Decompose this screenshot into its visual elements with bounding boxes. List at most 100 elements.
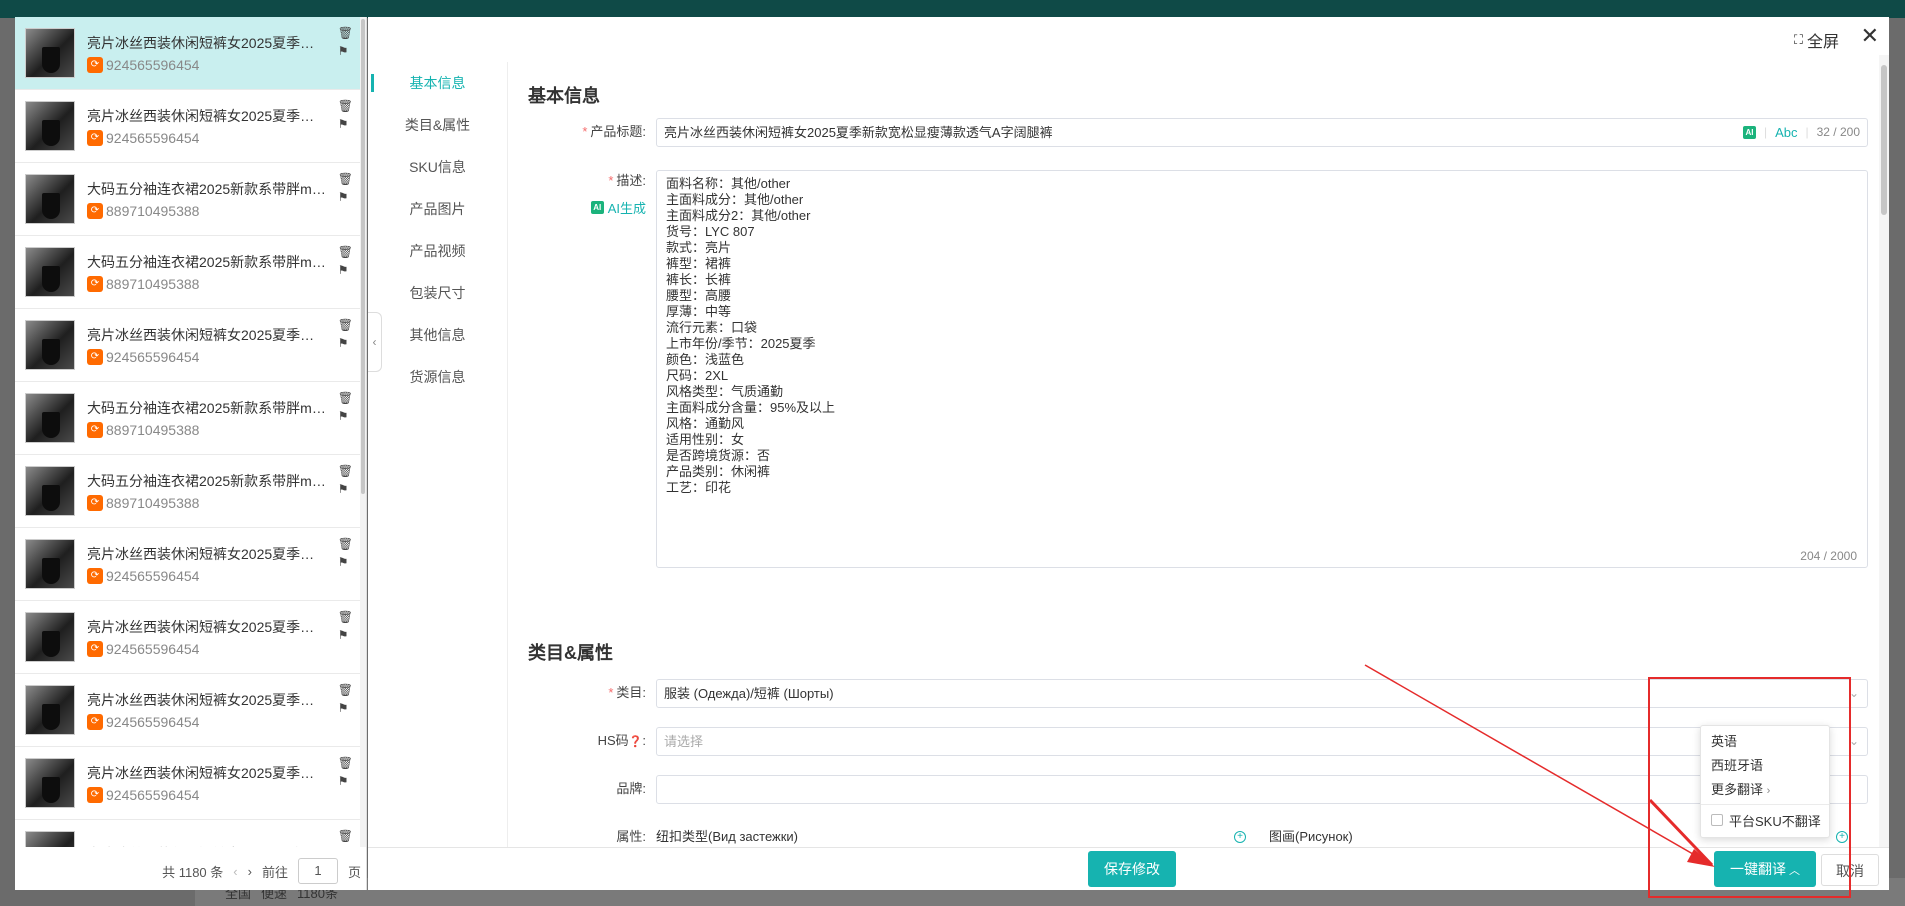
product-thumbnail [25, 758, 75, 808]
description-line: 适用性别：女 [666, 432, 745, 447]
flag-icon[interactable]: ⚑ [338, 337, 353, 350]
product-list-item[interactable]: 亮片冰丝西装休闲短裤女2025夏季新款宽松显瘦薄款透气A字阔腿裤 ⟳9245655… [15, 601, 361, 674]
flag-icon[interactable]: ⚑ [338, 483, 353, 496]
product-list-item[interactable]: 亮片冰丝西装休闲短裤女2025夏季新款宽松显瘦薄款透气A字阔腿裤🗑⚑ [15, 820, 361, 847]
source-icon: ⟳ [87, 787, 103, 803]
nav-item[interactable]: 类目&属性 [368, 104, 507, 146]
abc-icon[interactable]: Abc [1775, 119, 1797, 146]
description-textarea[interactable]: 面料名称：其他/other 主面料成分：其他/other 主面料成分2：其他/oth… [656, 170, 1868, 568]
product-list-item[interactable]: 大码五分袖连衣裙2025新款系带胖mm显瘦遮肉气质通勤裙子 ⟳8897104953… [15, 163, 361, 236]
product-list: 亮片冰丝西装休闲短裤女2025夏季新款宽松显瘦薄款透气A字阔腿裤 ⟳ 9245655… [15, 17, 361, 847]
description-line: 货号：LYC 807 [666, 224, 755, 239]
highlight-box [1648, 677, 1851, 898]
list-scrollbar[interactable] [360, 17, 366, 847]
description-line: 上市年份/季节：2025夏季 [666, 336, 816, 351]
description-line: 尺码：2XL [666, 368, 729, 383]
product-title: 亮片冰丝西装休闲短裤女2025夏季新款宽松显瘦薄款透气A字阔腿裤 [87, 765, 327, 781]
flag-icon[interactable]: ⚑ [338, 118, 353, 131]
flag-icon[interactable]: ⚑ [338, 45, 353, 58]
flag-icon[interactable]: ⚑ [338, 191, 353, 204]
product-title: 亮片冰丝西装休闲短裤女2025夏季新款宽松显瘦薄款透气A字阔腿裤 [87, 619, 327, 635]
nav-item[interactable]: 基本信息 [368, 62, 507, 104]
description-line: 主面料成分含量：95%及以上 [666, 400, 836, 415]
product-title: 亮片冰丝西装休闲短裤女2025夏季新款宽松显瘦薄款透气A字阔腿裤 [87, 546, 327, 562]
title-input[interactable]: 亮片冰丝西装休闲短裤女2025夏季新款宽松显瘦薄款透气A字阔腿裤 AI | Ab… [656, 118, 1868, 147]
page-suffix: 页 [347, 864, 361, 880]
nav-item[interactable]: 产品图片 [368, 188, 507, 230]
trash-icon[interactable]: 🗑 [338, 830, 353, 843]
help-icon[interactable]: ❓ [629, 736, 643, 748]
trash-icon[interactable]: 🗑 [338, 465, 353, 478]
prev-page-icon[interactable]: ‹ [233, 864, 237, 879]
ai-generate-button[interactable]: AI AI生成 [528, 198, 656, 217]
page-number-input[interactable]: 1 [297, 858, 338, 884]
source-icon: ⟳ [87, 568, 103, 584]
source-icon: ⟳ [87, 641, 103, 657]
nav-item[interactable]: 货源信息 [368, 356, 507, 398]
description-line: 风格：通勤风 [666, 416, 745, 431]
close-icon[interactable]: ✕ [1861, 23, 1879, 49]
fullscreen-button[interactable]: ⛶ 全屏 [1794, 28, 1839, 52]
trash-icon[interactable]: 🗑 [338, 319, 353, 332]
nav-item[interactable]: 包装尺寸 [368, 272, 507, 314]
trash-icon[interactable]: 🗑 [338, 757, 353, 770]
trash-icon[interactable]: 🗑 [338, 246, 353, 259]
source-icon: ⟳ [87, 130, 103, 146]
add-circle-icon[interactable]: + [1234, 831, 1246, 843]
description-line: 产品类别：休闲裤 [666, 464, 771, 479]
main-scrollbar[interactable] [1879, 55, 1889, 855]
description-line: 腰型：高腰 [666, 288, 732, 303]
nav-item[interactable]: 其他信息 [368, 314, 507, 356]
product-id: 924565596454 [106, 349, 200, 365]
trash-icon[interactable]: 🗑 [338, 173, 353, 186]
product-list-item[interactable]: 大码五分袖连衣裙2025新款系带胖mm显瘦遮肉气质通勤裙子 ⟳8897104953… [15, 236, 361, 309]
flag-icon[interactable]: ⚑ [338, 264, 353, 277]
source-icon: ⟳ [87, 57, 103, 73]
product-title: 亮片冰丝西装休闲短裤女2025夏季新款宽松显瘦薄款透气A字阔腿裤 [87, 692, 327, 708]
flag-icon[interactable]: ⚑ [338, 629, 353, 642]
product-id: 924565596454 [106, 714, 200, 730]
product-thumbnail [25, 174, 75, 224]
nav-item[interactable]: SKU信息 [368, 146, 507, 188]
trash-icon[interactable]: 🗑 [338, 100, 353, 113]
product-id: 889710495388 [106, 495, 200, 511]
product-list-item[interactable]: 亮片冰丝西装休闲短裤女2025夏季新款宽松显瘦薄款透气A字阔腿裤 ⟳9245655… [15, 309, 361, 382]
product-list-item[interactable]: 亮片冰丝西装休闲短裤女2025夏季新款宽松显瘦薄款透气A字阔腿裤 ⟳9245655… [15, 747, 361, 820]
product-thumbnail [25, 28, 75, 78]
collapse-panel-button[interactable]: ‹ [368, 312, 382, 372]
trash-icon[interactable]: 🗑 [338, 684, 353, 697]
flag-icon[interactable]: ⚑ [338, 410, 353, 423]
nav-item[interactable]: 产品视频 [368, 230, 507, 272]
trash-icon[interactable]: 🗑 [338, 611, 353, 624]
expand-icon: ⛶ [1793, 32, 1803, 47]
flag-icon[interactable]: ⚑ [338, 556, 353, 569]
flag-icon[interactable]: ⚑ [338, 775, 353, 788]
category-value: 服装 (Одежда)/短裤 (Шорты) [664, 686, 834, 701]
product-list-item[interactable]: 亮片冰丝西装休闲短裤女2025夏季新款宽松显瘦薄款透气A字阔腿裤 ⟳9245655… [15, 674, 361, 747]
product-list-item[interactable]: 亮片冰丝西装休闲短裤女2025夏季新款宽松显瘦薄款透气A字阔腿裤 ⟳9245655… [15, 17, 361, 90]
ai-generate-label: AI生成 [607, 201, 646, 216]
product-list-item[interactable]: 大码五分袖连衣裙2025新款系带胖mm显瘦遮肉气质通勤裙子 ⟳8897104953… [15, 455, 361, 528]
product-list-item[interactable]: 亮片冰丝西装休闲短裤女2025夏季新款宽松显瘦薄款透气A字阔腿裤 ⟳9245655… [15, 90, 361, 163]
product-title: 亮片冰丝西装休闲短裤女2025夏季新款宽松显瘦薄款透气A字阔腿裤 [87, 327, 327, 343]
product-list-item[interactable]: 亮片冰丝西装休闲短裤女2025夏季新款宽松显瘦薄款透气A字阔腿裤 ⟳9245655… [15, 528, 361, 601]
title-counter: 32 / 200 [1816, 125, 1860, 139]
trash-icon[interactable]: 🗑 [338, 27, 353, 40]
product-title: 大码五分袖连衣裙2025新款系带胖mm显瘦遮肉气质通勤裙子 [87, 254, 327, 270]
attributes-label: 属性: [616, 829, 646, 844]
trash-icon[interactable]: 🗑 [338, 392, 353, 405]
product-thumbnail [25, 612, 75, 662]
product-list-item[interactable]: 大码五分袖连衣裙2025新款系带胖mm显瘦遮肉气质通勤裙子 ⟳8897104953… [15, 382, 361, 455]
trash-icon[interactable]: 🗑 [338, 538, 353, 551]
save-button[interactable]: 保存修改 [1088, 851, 1176, 887]
product-thumbnail [25, 393, 75, 443]
product-title: 亮片冰丝西装休闲短裤女2025夏季新款宽松显瘦薄款透气A字阔腿裤 [87, 844, 327, 847]
background-app-topbar [0, 0, 1905, 18]
flag-icon[interactable]: ⚑ [338, 702, 353, 715]
source-icon: ⟳ [87, 203, 103, 219]
source-icon: ⟳ [87, 495, 103, 511]
next-page-icon[interactable]: › [248, 864, 252, 879]
attribute-fastener: 纽扣类型(Вид застежки) + [656, 823, 1256, 847]
ai-icon[interactable]: AI [1742, 126, 1756, 139]
product-title: 大码五分袖连衣裙2025新款系带胖mm显瘦遮肉气质通勤裙子 [87, 400, 327, 416]
